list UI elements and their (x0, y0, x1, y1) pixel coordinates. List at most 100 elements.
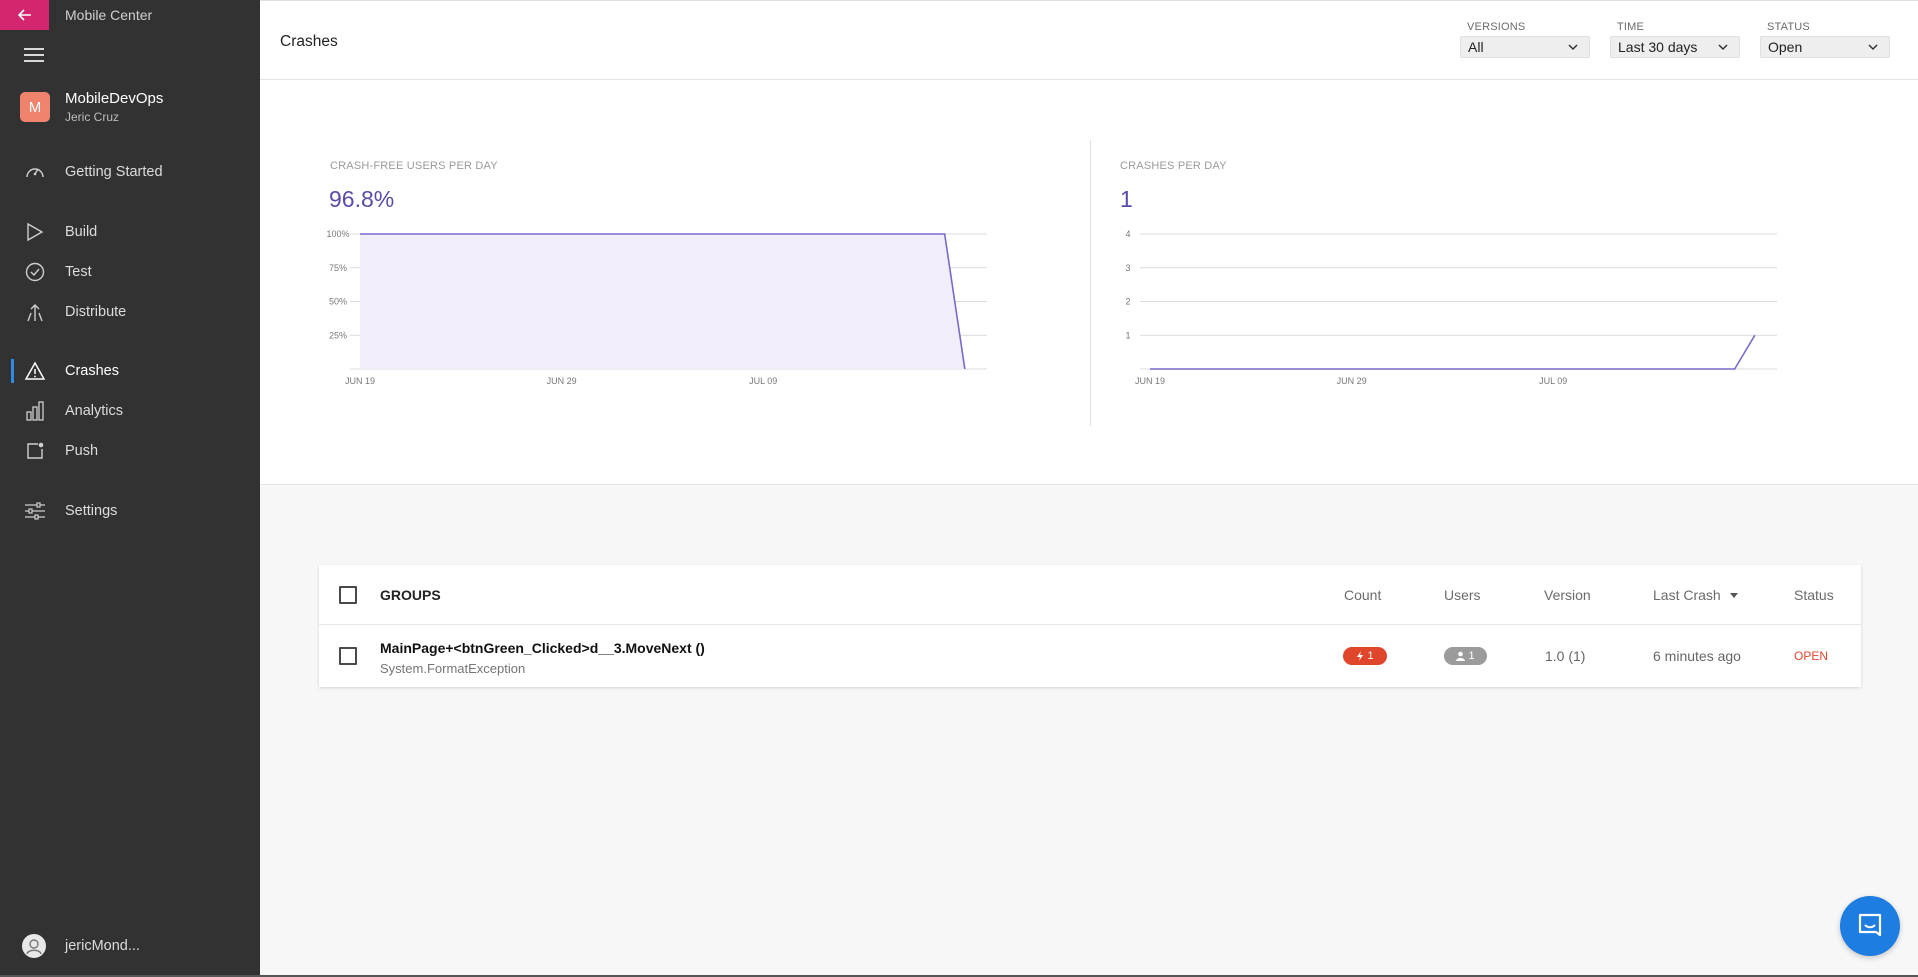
nav-label: Test (65, 264, 92, 280)
column-status[interactable]: Status (1794, 587, 1834, 603)
groups-header: GROUPS (380, 587, 441, 603)
chat-button[interactable] (1840, 896, 1900, 956)
page-header: Crashes VERSIONS All TIME Last 30 days S… (260, 0, 1918, 80)
x-tick-label: JUL 09 (749, 376, 777, 386)
table-row[interactable]: MainPage+<btnGreen_Clicked>d__3.MoveNext… (319, 626, 1861, 687)
column-users[interactable]: Users (1444, 587, 1481, 603)
nav-item-settings[interactable]: Settings (0, 493, 260, 529)
chart-title: CRASHES PER DAY (1120, 160, 1227, 172)
row-checkbox[interactable] (339, 647, 357, 665)
select-value: Last 30 days (1618, 39, 1698, 55)
versions-select[interactable]: All (1460, 36, 1590, 58)
org-user: Jeric Cruz (65, 110, 120, 124)
nav-item-distribute[interactable]: Distribute (0, 294, 260, 330)
push-icon (24, 440, 46, 462)
versions-filter: VERSIONS All (1460, 21, 1590, 58)
bar-chart-icon (24, 400, 46, 422)
x-tick-label: JUL 09 (1539, 376, 1567, 386)
nav-item-push[interactable]: Push (0, 433, 260, 469)
nav-item-crashes[interactable]: Crashes (0, 353, 260, 389)
org-name: MobileDevOps (65, 90, 164, 107)
crash-group-title[interactable]: MainPage+<btnGreen_Clicked>d__3.MoveNext… (380, 640, 705, 656)
column-label: Last Crash (1653, 587, 1721, 603)
select-value: Open (1768, 39, 1803, 55)
x-tick-label: JUN 29 (547, 376, 577, 386)
nav-item-build[interactable]: Build (0, 214, 260, 250)
charts-panel: CRASH-FREE USERS PER DAY 96.8% 25% 50% 75%… (260, 80, 1918, 485)
select-all-checkbox[interactable] (339, 586, 357, 604)
nav-label: Crashes (65, 363, 119, 379)
series-area (360, 234, 965, 369)
account-name: jericMond... (65, 938, 140, 954)
sidebar: Mobile Center M MobileDevOps Jeric Cruz … (0, 0, 260, 977)
nav-item-analytics[interactable]: Analytics (0, 393, 260, 429)
play-icon (24, 221, 46, 243)
sidebar-topbar: Mobile Center (0, 0, 260, 30)
user-avatar-icon (22, 934, 46, 958)
users-value: 1 (1468, 650, 1475, 662)
sliders-icon (24, 500, 46, 522)
warning-icon (24, 360, 46, 382)
y-tick-label: 75% (329, 263, 347, 273)
hamburger-menu-icon[interactable] (24, 48, 44, 64)
filter-label: STATUS (1767, 21, 1810, 33)
nav-label: Push (65, 443, 99, 459)
y-tick-label: 100% (326, 229, 349, 239)
app-name: Mobile Center (65, 7, 153, 23)
arrow-left-icon (17, 9, 31, 21)
time-select[interactable]: Last 30 days (1610, 36, 1740, 58)
status-filter: STATUS Open (1760, 21, 1890, 58)
distribute-icon (24, 301, 46, 323)
crash-free-users-chart: 25% 50% 75% 100% JUN 19 JUN 29 JUL 09 (326, 229, 987, 386)
status-select[interactable]: Open (1760, 36, 1890, 58)
chat-bubble-icon (1858, 913, 1882, 937)
users-badge: 1 (1444, 647, 1487, 665)
user-icon (1456, 651, 1466, 661)
column-count[interactable]: Count (1344, 587, 1381, 603)
column-version[interactable]: Version (1544, 587, 1591, 603)
y-tick-label: 2 (1125, 297, 1130, 307)
select-value: All (1468, 39, 1484, 55)
chart-headline: 96.8% (329, 186, 395, 212)
chart-headline: 1 (1120, 186, 1133, 212)
y-tick-label: 4 (1125, 229, 1130, 239)
last-crash-cell: 6 minutes ago (1653, 648, 1741, 664)
org-avatar: M (20, 92, 50, 122)
table-header: GROUPS Count Users Version Last Crash St… (319, 565, 1861, 625)
nav-label: Distribute (65, 304, 127, 320)
chevron-down-icon (1718, 44, 1728, 51)
gauge-icon (24, 161, 46, 183)
time-filter: TIME Last 30 days (1610, 21, 1740, 58)
chevron-down-icon (1568, 44, 1578, 51)
back-button[interactable] (0, 0, 49, 30)
x-tick-label: JUN 19 (345, 376, 375, 386)
nav-label: Build (65, 224, 98, 240)
y-tick-label: 3 (1125, 263, 1130, 273)
y-tick-label: 25% (329, 330, 347, 340)
check-circle-icon (24, 261, 46, 283)
version-cell: 1.0 (1) (1545, 648, 1586, 664)
y-tick-label: 50% (329, 297, 347, 307)
chart-title: CRASH-FREE USERS PER DAY (330, 160, 498, 172)
x-tick-label: JUN 29 (1337, 376, 1367, 386)
column-last-crash[interactable]: Last Crash (1653, 587, 1739, 603)
nav-item-test[interactable]: Test (0, 254, 260, 290)
crash-group-exception: System.FormatException (380, 661, 526, 676)
org-switcher[interactable]: M MobileDevOps Jeric Cruz (20, 90, 163, 124)
chevron-down-icon (1868, 44, 1878, 51)
crash-groups-table: GROUPS Count Users Version Last Crash St… (319, 565, 1861, 687)
nav-label: Getting Started (65, 164, 163, 180)
x-tick-label: JUN 19 (1135, 376, 1165, 386)
filter-label: TIME (1617, 21, 1645, 33)
page-title: Crashes (280, 33, 338, 50)
lightning-icon (1357, 651, 1364, 661)
y-tick-label: 1 (1125, 330, 1130, 340)
series-line (1150, 334, 1756, 370)
nav-label: Settings (65, 503, 118, 519)
nav-item-getting-started[interactable]: Getting Started (0, 154, 260, 190)
sort-desc-icon (1729, 593, 1738, 598)
nav-label: Analytics (65, 403, 124, 419)
chart-divider (1090, 140, 1091, 426)
status-badge: OPEN (1794, 649, 1829, 663)
account-menu[interactable]: jericMond... (22, 934, 140, 958)
